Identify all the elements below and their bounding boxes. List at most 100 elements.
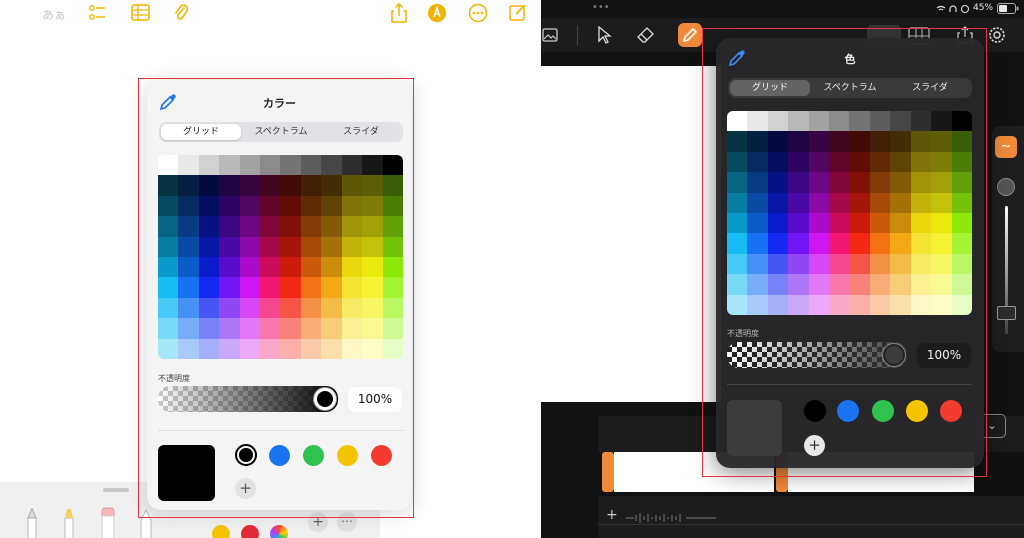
- grid-cell[interactable]: [382, 175, 403, 196]
- grid-cell[interactable]: [341, 216, 363, 237]
- grid-cell[interactable]: [158, 318, 179, 339]
- grid-cell[interactable]: [829, 172, 850, 193]
- pencil-tool-button[interactable]: [678, 23, 702, 47]
- grid-cell[interactable]: [747, 253, 768, 275]
- palette-grabber[interactable]: [103, 488, 129, 492]
- grid-cell[interactable]: [849, 253, 870, 275]
- share-icon[interactable]: [391, 3, 407, 23]
- grid-cell[interactable]: [727, 253, 748, 275]
- grid-cell[interactable]: [341, 277, 363, 298]
- grid-cell[interactable]: [198, 318, 220, 339]
- grid-cell[interactable]: [382, 277, 403, 298]
- swatch-black-dark[interactable]: [804, 400, 826, 422]
- grid-cell[interactable]: [158, 195, 179, 217]
- grid-cell[interactable]: [280, 277, 301, 298]
- grid-cell[interactable]: [931, 151, 952, 173]
- grid-cell[interactable]: [362, 175, 383, 196]
- grid-cell[interactable]: [829, 253, 850, 275]
- grid-cell[interactable]: [869, 274, 891, 295]
- grid-cell[interactable]: [767, 274, 789, 295]
- palette-red-swatch[interactable]: [241, 525, 259, 538]
- grid-cell[interactable]: [198, 155, 220, 176]
- grid-cell[interactable]: [300, 236, 322, 257]
- tab-grid-dark[interactable]: グリッド: [730, 80, 810, 96]
- grid-cell[interactable]: [341, 236, 363, 257]
- grid-cell[interactable]: [158, 256, 179, 278]
- grid-cell[interactable]: [178, 195, 199, 217]
- compose-icon[interactable]: [509, 3, 527, 21]
- grid-cell[interactable]: [931, 212, 952, 234]
- tab-spectrum-dark[interactable]: スペクトラム: [810, 80, 890, 96]
- grid-cell[interactable]: [829, 274, 850, 295]
- grid-cell[interactable]: [910, 131, 932, 152]
- grid-cell[interactable]: [931, 111, 952, 132]
- grid-cell[interactable]: [910, 172, 932, 193]
- grid-cell[interactable]: [362, 155, 383, 176]
- grid-cell[interactable]: [300, 195, 322, 217]
- grid-cell[interactable]: [849, 294, 870, 315]
- swatch-blue[interactable]: [269, 445, 290, 466]
- grid-cell[interactable]: [808, 253, 830, 275]
- grid-cell[interactable]: [829, 192, 850, 213]
- grid-cell[interactable]: [239, 155, 261, 176]
- grid-cell[interactable]: [931, 131, 952, 152]
- markup-pen-icon[interactable]: [427, 3, 447, 23]
- grid-cell[interactable]: [727, 212, 748, 234]
- opacity-slider-thumb[interactable]: [314, 388, 336, 410]
- grid-cell[interactable]: [362, 256, 383, 278]
- grid-cell[interactable]: [260, 216, 281, 237]
- grid-cell[interactable]: [951, 253, 972, 275]
- opacity-slider-dark[interactable]: [727, 342, 907, 368]
- grid-cell[interactable]: [300, 216, 322, 237]
- grid-cell[interactable]: [788, 233, 809, 254]
- grid-cell[interactable]: [280, 256, 301, 278]
- grid-cell[interactable]: [239, 216, 261, 237]
- palette-more-button[interactable]: ⋯: [337, 512, 357, 532]
- grid-cell[interactable]: [362, 216, 383, 237]
- checklist-icon[interactable]: [88, 4, 106, 22]
- grid-cell[interactable]: [239, 297, 261, 319]
- grid-cell[interactable]: [849, 111, 870, 132]
- grid-cell[interactable]: [951, 294, 972, 315]
- eraser-icon[interactable]: [637, 26, 655, 44]
- grid-cell[interactable]: [931, 233, 952, 254]
- grid-cell[interactable]: [890, 212, 911, 234]
- grid-cell[interactable]: [788, 274, 809, 295]
- grid-cell[interactable]: [260, 236, 281, 257]
- grid-cell[interactable]: [849, 131, 870, 152]
- grid-cell[interactable]: [382, 236, 403, 257]
- grid-cell[interactable]: [382, 155, 403, 176]
- grid-cell[interactable]: [198, 256, 220, 278]
- palette-yellow-swatch[interactable]: [212, 525, 230, 538]
- grid-cell[interactable]: [808, 274, 830, 295]
- grid-cell[interactable]: [890, 253, 911, 275]
- grid-cell[interactable]: [869, 253, 891, 275]
- palette-color-wheel[interactable]: [270, 525, 288, 538]
- settings-gear-icon[interactable]: [988, 26, 1006, 44]
- grid-cell[interactable]: [321, 236, 342, 257]
- grid-cell[interactable]: [260, 195, 281, 217]
- grid-cell[interactable]: [829, 233, 850, 254]
- grid-cell[interactable]: [910, 294, 932, 315]
- grid-cell[interactable]: [341, 256, 363, 278]
- opacity-value-field-dark[interactable]: 100%: [917, 343, 971, 368]
- grid-cell[interactable]: [382, 338, 403, 359]
- grid-cell[interactable]: [280, 175, 301, 196]
- swatch-yellow-dark[interactable]: [906, 400, 928, 422]
- grid-cell[interactable]: [219, 297, 240, 319]
- more-icon[interactable]: [468, 3, 488, 23]
- grid-cell[interactable]: [910, 212, 932, 234]
- grid-cell[interactable]: [849, 151, 870, 173]
- grid-cell[interactable]: [808, 172, 830, 193]
- grid-cell[interactable]: [849, 172, 870, 193]
- opacity-slider-thumb-dark[interactable]: [883, 344, 905, 366]
- swatch-green[interactable]: [303, 445, 324, 466]
- grid-cell[interactable]: [747, 233, 768, 254]
- swatch-blue-dark[interactable]: [837, 400, 859, 422]
- grid-cell[interactable]: [362, 338, 383, 359]
- grid-cell[interactable]: [260, 256, 281, 278]
- grid-cell[interactable]: [890, 151, 911, 173]
- swatch-green-dark[interactable]: [872, 400, 894, 422]
- grid-cell[interactable]: [869, 233, 891, 254]
- grid-cell[interactable]: [362, 297, 383, 319]
